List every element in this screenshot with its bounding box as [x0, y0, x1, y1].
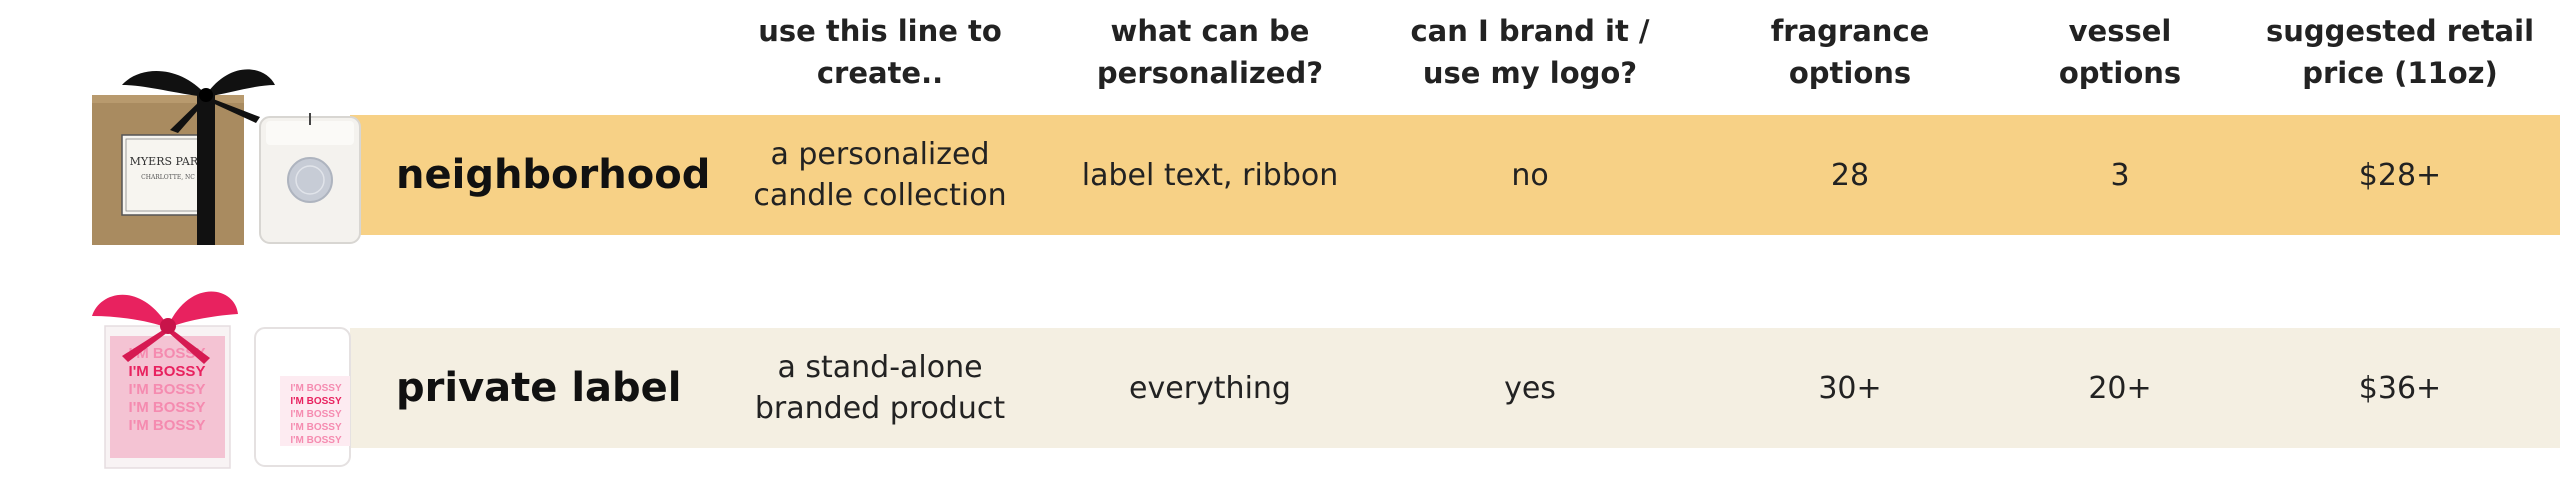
cell-use-line-1: a stand-alone — [777, 350, 983, 385]
cell-vessel: 20+ — [2088, 370, 2152, 406]
candle-text-2: I'M BOSSY — [290, 396, 342, 407]
box-label-line-2: CHARLOTTE, NC — [141, 174, 195, 181]
header-brand-2: use my logo? — [1422, 56, 1638, 90]
header-personalized-2: personalized? — [1096, 56, 1324, 90]
table-row-private-label: private label a stand-alone branded prod… — [0, 328, 2560, 448]
header-brand: can I brand it / use my logo? — [1370, 10, 1690, 94]
bow-left — [92, 294, 168, 328]
candle-text-4: I'M BOSSY — [290, 422, 342, 433]
box-text-3: I'M BOSSY — [129, 381, 206, 398]
header-brand-1: can I brand it / — [1410, 14, 1650, 48]
header-use-line: use this line to create.. — [700, 10, 1060, 94]
cell-brand: yes — [1504, 370, 1556, 406]
header-use-line-2: create.. — [816, 56, 944, 90]
cell-fragrance: 30+ — [1818, 370, 1882, 406]
header-price-2: price (11oz) — [2302, 56, 2498, 90]
cell-personalized: label text, ribbon — [1081, 157, 1339, 193]
box-text-5: I'M BOSSY — [129, 417, 206, 434]
header-price: suggested retail price (11oz) — [2250, 10, 2550, 94]
cell-use-line-2: candle collection — [753, 178, 1007, 213]
header-vessel-2: options — [2058, 56, 2182, 90]
cell-use-line: a personalized candle collection — [700, 115, 1060, 235]
table-row-neighborhood: neighborhood a personalized candle colle… — [0, 115, 2560, 235]
header-vessel: vessel options — [2000, 10, 2240, 94]
cell-brand: no — [1511, 157, 1549, 193]
kraft-box-candle-illustration: MYERS PARK CHARLOTTE, NC — [92, 69, 361, 245]
cell-fragrance: 28 — [1830, 157, 1870, 193]
cell-price: $36+ — [2358, 370, 2442, 406]
bow-left — [122, 71, 206, 97]
cell-price: $28+ — [2358, 157, 2442, 193]
header-price-1: suggested retail — [2265, 14, 2535, 48]
private-label-product-image: I'M BOSSY I'M BOSSY I'M BOSSY I'M BOSSY … — [60, 276, 380, 476]
header-fragrance-1: fragrance — [1770, 14, 1930, 48]
header-fragrance: fragrance options — [1720, 10, 1980, 94]
header-personalized-1: what can be — [1110, 14, 1310, 48]
neighborhood-product-image: MYERS PARK CHARLOTTE, NC — [60, 55, 380, 250]
pink-box-candle-illustration: I'M BOSSY I'M BOSSY I'M BOSSY I'M BOSSY … — [92, 291, 351, 469]
line-name: neighborhood — [396, 152, 711, 198]
candle-text-1: I'M BOSSY — [290, 383, 342, 394]
box-text-4: I'M BOSSY — [129, 399, 206, 416]
comparison-table: use this line to create.. what can be pe… — [0, 0, 2560, 501]
cell-personalized: everything — [1129, 370, 1291, 406]
candle-medallion — [287, 157, 333, 203]
cell-vessel: 3 — [2110, 157, 2130, 193]
ribbon — [197, 95, 215, 245]
candle-text-3: I'M BOSSY — [290, 409, 342, 420]
header-personalized: what can be personalized? — [1040, 10, 1380, 94]
cell-use-line-2: branded product — [754, 391, 1006, 426]
header-fragrance-2: options — [1788, 56, 1912, 90]
bow-right — [206, 69, 275, 97]
candle-text-5: I'M BOSSY — [290, 435, 342, 446]
box-label-line-1: MYERS PARK — [130, 155, 207, 168]
box-text-2: I'M BOSSY — [129, 363, 206, 380]
header-use-line-1: use this line to — [758, 14, 1002, 48]
cell-use-line-1: a personalized — [770, 137, 990, 172]
bow-right — [168, 291, 238, 328]
header-vessel-1: vessel — [2068, 14, 2172, 48]
cell-use-line: a stand-alone branded product — [700, 328, 1060, 448]
line-name: private label — [396, 365, 682, 411]
